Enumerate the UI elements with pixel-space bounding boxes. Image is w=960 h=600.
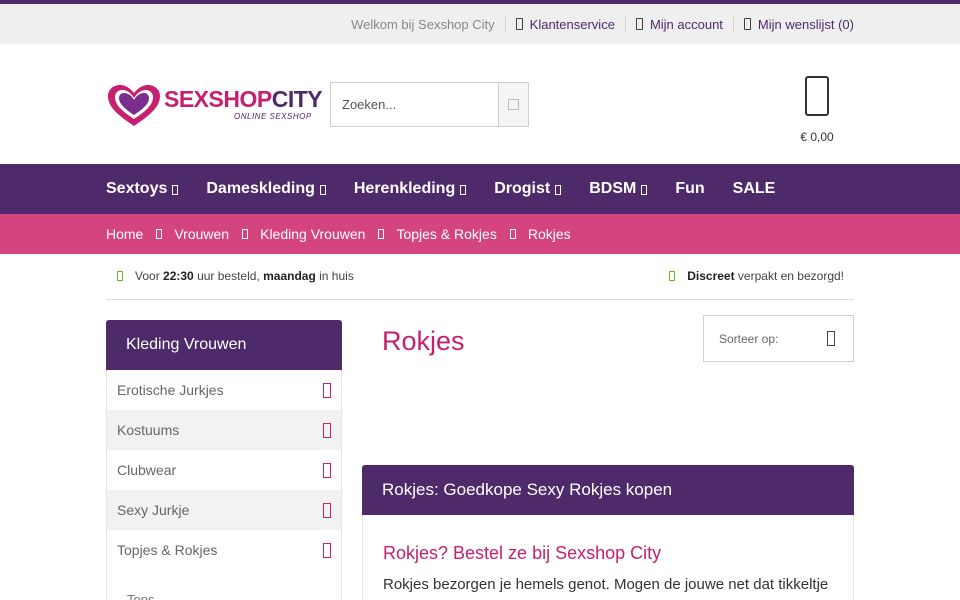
chevron-right-icon [509, 229, 516, 239]
breadcrumb-label: Topjes & Rokjes [396, 226, 497, 242]
usp-delivery: Voor 22:30 uur besteld, maandag in huis [117, 269, 354, 283]
user-icon [635, 18, 643, 30]
logo-word-sexshop: SEXSHOP [164, 86, 272, 112]
search-icon [508, 99, 519, 110]
breadcrumb: Home Vrouwen Kleding Vrouwen Topjes & Ro… [0, 214, 960, 254]
sort-label: Sorteer op: [719, 332, 779, 346]
expand-icon[interactable] [323, 422, 331, 438]
chevron-right-icon [242, 229, 249, 239]
search-button[interactable] [498, 83, 528, 126]
heart-logo-icon [106, 84, 162, 128]
sidebar-item-topjes-rokjes[interactable]: Topjes & Rokjes [107, 530, 341, 570]
chevron-right-icon [378, 229, 385, 239]
chevron-down-icon [460, 185, 467, 195]
breadcrumb-item-home[interactable]: Home [106, 226, 174, 242]
collapse-icon[interactable] [323, 542, 331, 558]
nav-item-sextoys[interactable]: Sextoys [106, 180, 179, 198]
breadcrumb-label: Home [106, 226, 144, 242]
expand-icon[interactable] [323, 502, 331, 518]
nav-item-label: Drogist [494, 180, 551, 197]
nav-item-sale[interactable]: SALE [733, 180, 776, 198]
nav-item-label: Herenkleding [353, 180, 456, 197]
logo-tagline: ONLINE SEXSHOP [234, 112, 312, 121]
category-description-panel: Rokjes: Goedkope Sexy Rokjes kopen Rokje… [362, 465, 854, 600]
wishlist-label: Mijn wenslijst (0) [757, 16, 854, 32]
sort-select[interactable]: Sorteer op: [703, 315, 854, 362]
category-sidebar: Kleding Vrouwen Erotische Jurkjes Kostuu… [106, 320, 342, 600]
nav-item-drogist[interactable]: Drogist [494, 180, 562, 198]
heart-icon [743, 18, 751, 30]
search-box [330, 82, 529, 127]
sidebar-item-clubwear[interactable]: Clubwear [107, 450, 341, 490]
sidebar-item-label: Kostuums [117, 422, 180, 438]
breadcrumb-label: Vrouwen [174, 226, 230, 242]
chevron-down-icon [555, 185, 562, 195]
panel-heading: Rokjes? Bestel ze bij Sexshop City [383, 543, 662, 563]
sidebar-item-sexy-jurkje[interactable]: Sexy Jurkje [107, 490, 341, 530]
usp-delivery-text: Voor 22:30 uur besteld, maandag in huis [135, 269, 354, 283]
nav-item-label: Sextoys [106, 180, 168, 197]
breadcrumb-label: Rokjes [527, 226, 571, 242]
sidebar-subitem-tops[interactable]: Tops [107, 570, 341, 600]
nav-item-label: Fun [675, 180, 705, 197]
nav-item-label: BDSM [589, 180, 637, 197]
welcome-text: Welkom bij Sexshop City [351, 16, 506, 32]
logo-word-city: CITY [271, 86, 323, 112]
sidebar-item-kostuums[interactable]: Kostuums [107, 410, 341, 450]
shopping-bag-icon [805, 76, 829, 116]
my-account-label: Mijn account [649, 16, 723, 32]
panel-header: Rokjes: Goedkope Sexy Rokjes kopen [362, 465, 854, 515]
breadcrumb-item-topjes-rokjes[interactable]: Topjes & Rokjes [396, 226, 527, 242]
nav-item-dameskleding[interactable]: Dameskleding [206, 180, 326, 198]
logo-wordmark: SEXSHOPCITY [164, 86, 323, 113]
sidebar-item-label: Clubwear [117, 462, 177, 478]
usp-discreet-text: Discreet verpakt en bezorgd! [687, 269, 844, 283]
search-input[interactable] [331, 83, 499, 126]
cart-button[interactable]: € 0,00 [790, 76, 844, 156]
wishlist-link[interactable]: Mijn wenslijst (0) [734, 17, 854, 32]
customer-service-link[interactable]: Klantenservice [506, 16, 626, 32]
breadcrumb-label: Kleding Vrouwen [260, 226, 366, 242]
sidebar-item-label: Sexy Jurkje [117, 502, 190, 518]
chevron-down-icon [172, 185, 179, 195]
expand-icon[interactable] [323, 462, 331, 478]
nav-item-label: Dameskleding [206, 180, 315, 197]
page-title: Rokjes [382, 326, 465, 356]
expand-icon[interactable] [323, 382, 331, 398]
nav-item-herenkleding[interactable]: Herenkleding [353, 180, 467, 198]
site-logo[interactable]: SEXSHOPCITY ONLINE SEXSHOP [106, 82, 323, 130]
breadcrumb-item-kleding-vrouwen[interactable]: Kleding Vrouwen [260, 226, 396, 242]
breadcrumb-item-vrouwen[interactable]: Vrouwen [174, 226, 260, 242]
top-bar: Welkom bij Sexshop City Klantenservice M… [0, 4, 960, 44]
site-header: SEXSHOPCITY ONLINE SEXSHOP € 0,00 [0, 44, 960, 164]
usp-bar: Voor 22:30 uur besteld, maandag in huis … [106, 256, 854, 300]
sidebar-item-erotische-jurkjes[interactable]: Erotische Jurkjes [107, 370, 341, 410]
nav-item-bdsm[interactable]: BDSM [589, 180, 648, 198]
sidebar-item-label: Erotische Jurkjes [117, 382, 224, 398]
main-navigation: Sextoys Dameskleding Herenkleding Drogis… [0, 164, 960, 214]
usp-discreet: Discreet verpakt en bezorgd! [669, 269, 844, 283]
check-icon [669, 271, 676, 281]
chevron-down-icon [641, 185, 648, 195]
nav-item-fun[interactable]: Fun [675, 180, 704, 198]
chevron-right-icon [156, 229, 163, 239]
cart-amount: € 0,00 [800, 130, 834, 144]
customer-service-label: Klantenservice [529, 16, 615, 32]
sidebar-item-label: Topjes & Rokjes [117, 542, 218, 558]
panel-text: Rokjes bezorgen je hemels genot. Mogen d… [383, 576, 829, 593]
check-icon [117, 271, 123, 281]
breadcrumb-item-rokjes[interactable]: Rokjes [528, 226, 571, 242]
phone-icon [515, 18, 523, 30]
nav-item-label: SALE [732, 180, 776, 197]
my-account-link[interactable]: Mijn account [626, 16, 734, 32]
chevron-down-icon [827, 331, 835, 346]
sidebar-title: Kleding Vrouwen [106, 320, 342, 370]
chevron-down-icon [319, 185, 326, 195]
